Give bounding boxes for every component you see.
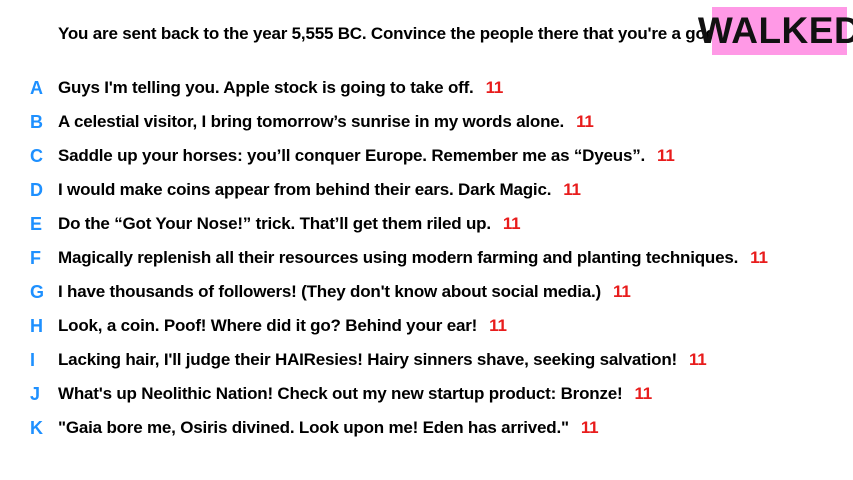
answer-text: Magically replenish all their resources …: [58, 248, 739, 267]
answer-item-a: A Guys I'm telling you. Apple stock is g…: [0, 71, 853, 105]
answer-letter: C: [30, 145, 43, 166]
answer-text: Saddle up your horses: you’ll conquer Eu…: [58, 146, 646, 165]
answer-score: 11: [750, 248, 768, 267]
answer-item-e: E Do the “Got Your Nose!” trick. That’ll…: [0, 207, 853, 241]
answer-score: 11: [613, 282, 631, 301]
answer-text: "Gaia bore me, Osiris divined. Look upon…: [58, 418, 569, 437]
answer-score: 11: [657, 146, 675, 165]
answer-letter: J: [30, 383, 41, 404]
answer-item-i: I Lacking hair, I'll judge their HAIResi…: [0, 343, 853, 377]
answer-letter: E: [30, 213, 43, 234]
answer-item-h: H Look, a coin. Poof! Where did it go? B…: [0, 309, 853, 343]
answer-item-j: J What's up Neolithic Nation! Check out …: [0, 377, 853, 411]
answer-letter: F: [30, 247, 41, 268]
answer-item-g: G I have thousands of followers! (They d…: [0, 275, 853, 309]
answer-score: 11: [502, 214, 521, 233]
answer-text: Lacking hair, I'll judge their HAIResies…: [58, 350, 677, 369]
answer-score: 11: [576, 112, 594, 131]
answer-letter: A: [30, 77, 43, 98]
walked-badge: WALKED: [698, 7, 853, 55]
answer-letter: I: [30, 349, 36, 370]
answer-item-f: F Magically replenish all their resource…: [0, 241, 853, 275]
answer-letter: G: [30, 281, 45, 302]
answer-text: Look, a coin. Poof! Where did it go? Beh…: [58, 316, 478, 335]
answer-text: I have thousands of followers! (They don…: [58, 282, 602, 301]
answer-item-d: D I would make coins appear from behind …: [0, 173, 853, 207]
answer-score: 11: [563, 180, 581, 199]
answer-letter: D: [30, 179, 43, 200]
answer-score: 11: [634, 384, 653, 403]
answer-score: 11: [580, 418, 599, 437]
answer-score: 11: [489, 316, 507, 335]
answer-item-b: B A celestial visitor, I bring tomorrow’…: [0, 105, 853, 139]
prompt-text: You are sent back to the year 5,555 BC. …: [58, 24, 721, 43]
answer-text: What's up Neolithic Nation! Check out my…: [58, 384, 623, 403]
answer-score: 11: [485, 78, 504, 97]
answer-letter: H: [30, 315, 43, 336]
answer-text: A celestial visitor, I bring tomorrow’s …: [58, 112, 565, 131]
answer-text: Do the “Got Your Nose!” trick. That’ll g…: [58, 214, 491, 233]
answer-list: A Guys I'm telling you. Apple stock is g…: [0, 71, 853, 445]
answer-text: Guys I'm telling you. Apple stock is goi…: [58, 78, 474, 97]
answer-item-c: C Saddle up your horses: you’ll conquer …: [0, 139, 853, 173]
answer-item-k: K "Gaia bore me, Osiris divined. Look up…: [0, 411, 853, 445]
answer-letter: B: [30, 111, 43, 132]
answer-score: 11: [688, 350, 707, 369]
answer-text: I would make coins appear from behind th…: [58, 180, 552, 199]
answer-letter: K: [30, 417, 43, 438]
